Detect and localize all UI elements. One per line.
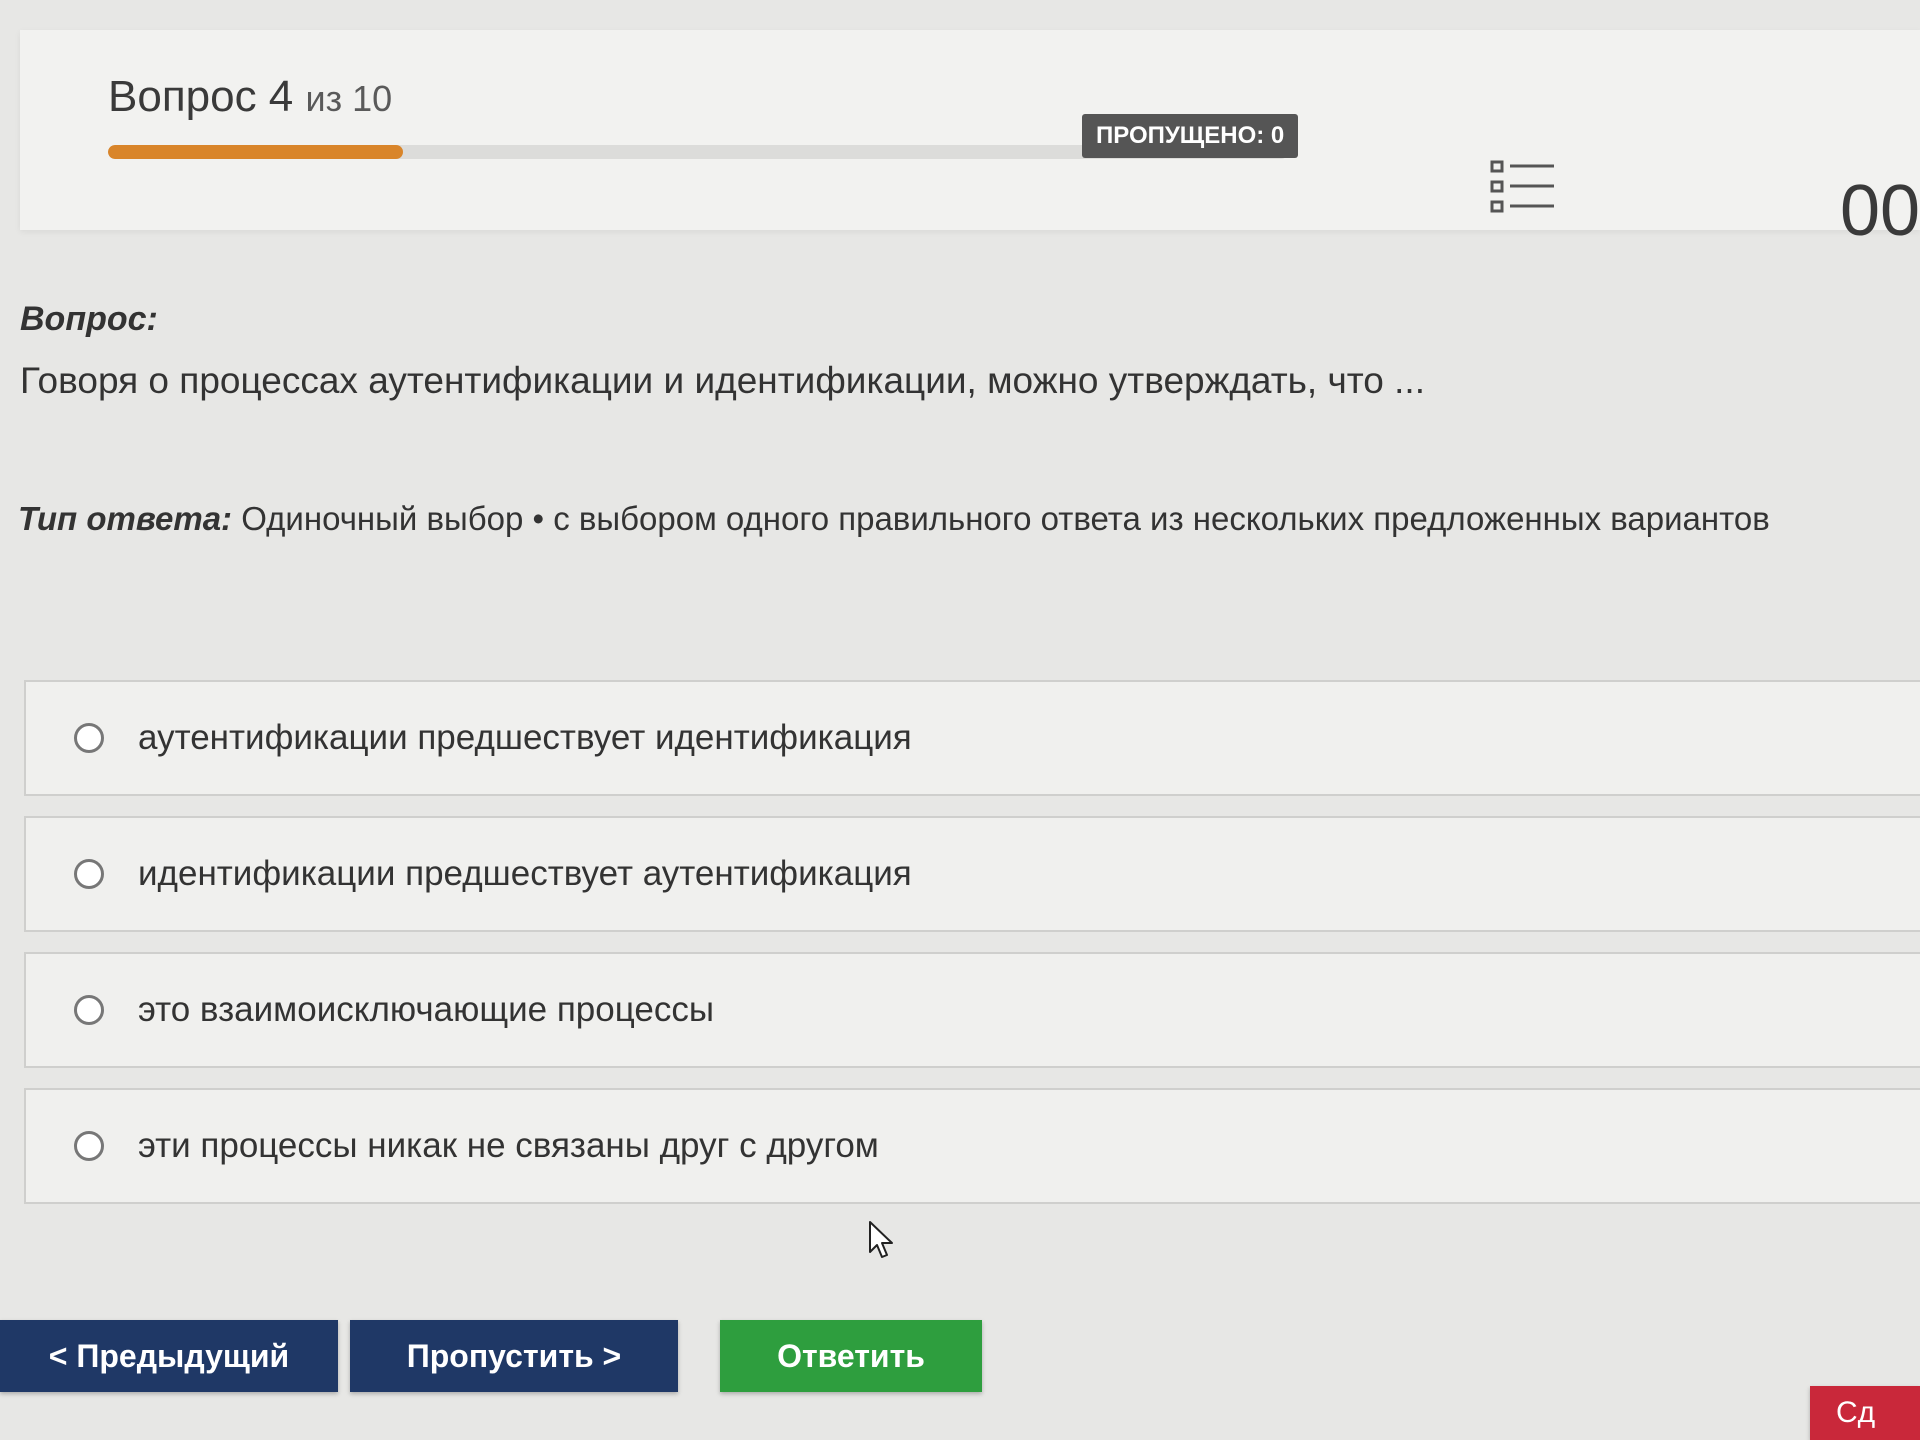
answer-option-text: идентификации предшествует аутентификаци… bbox=[138, 854, 912, 893]
answer-type: Тип ответа: Одиночный выбор • с выбором … bbox=[18, 500, 1918, 538]
answer-option-1[interactable]: аутентификации предшествует идентификаци… bbox=[24, 680, 1920, 796]
answer-type-label: Тип ответа: bbox=[18, 500, 233, 537]
answer-option-2[interactable]: идентификации предшествует аутентификаци… bbox=[24, 816, 1920, 932]
question-counter: Вопрос 4 из 10 bbox=[108, 72, 392, 122]
radio-button[interactable] bbox=[74, 995, 104, 1025]
radio-button[interactable] bbox=[74, 723, 104, 753]
previous-button[interactable]: < Предыдущий bbox=[0, 1320, 338, 1392]
progress-bar-fill bbox=[108, 145, 403, 159]
answer-option-text: это взаимоисключающие процессы bbox=[138, 990, 715, 1029]
answer-option-3[interactable]: это взаимоисключающие процессы bbox=[24, 952, 1920, 1068]
question-text: Говоря о процессах аутентификации и иден… bbox=[20, 360, 1425, 401]
answer-options: аутентификации предшествует идентификаци… bbox=[24, 680, 1920, 1224]
timer: 00 bbox=[1840, 171, 1920, 251]
answer-option-4[interactable]: эти процессы никак не связаны друг с дру… bbox=[24, 1088, 1920, 1204]
answer-button[interactable]: Ответить bbox=[720, 1320, 982, 1392]
answer-option-text: эти процессы никак не связаны друг с дру… bbox=[138, 1126, 879, 1165]
answer-type-value: Одиночный выбор • с выбором одного прави… bbox=[241, 500, 1770, 537]
quiz-header: Вопрос 4 из 10 ПРОПУЩЕНО: 0 00 bbox=[20, 30, 1920, 251]
question-list-icon[interactable] bbox=[1490, 158, 1556, 218]
skipped-badge: ПРОПУЩЕНО: 0 bbox=[1082, 114, 1299, 158]
radio-button[interactable] bbox=[74, 1131, 104, 1161]
answer-option-text: аутентификации предшествует идентификаци… bbox=[138, 718, 912, 757]
question-number: Вопрос 4 bbox=[108, 72, 294, 121]
skip-button[interactable]: Пропустить > bbox=[350, 1320, 678, 1392]
mouse-cursor-icon bbox=[869, 1221, 893, 1258]
question-total: из 10 bbox=[305, 78, 393, 119]
finish-button[interactable]: Сд bbox=[1810, 1386, 1920, 1440]
question-label: Вопрос: bbox=[20, 300, 158, 338]
radio-button[interactable] bbox=[74, 859, 104, 889]
